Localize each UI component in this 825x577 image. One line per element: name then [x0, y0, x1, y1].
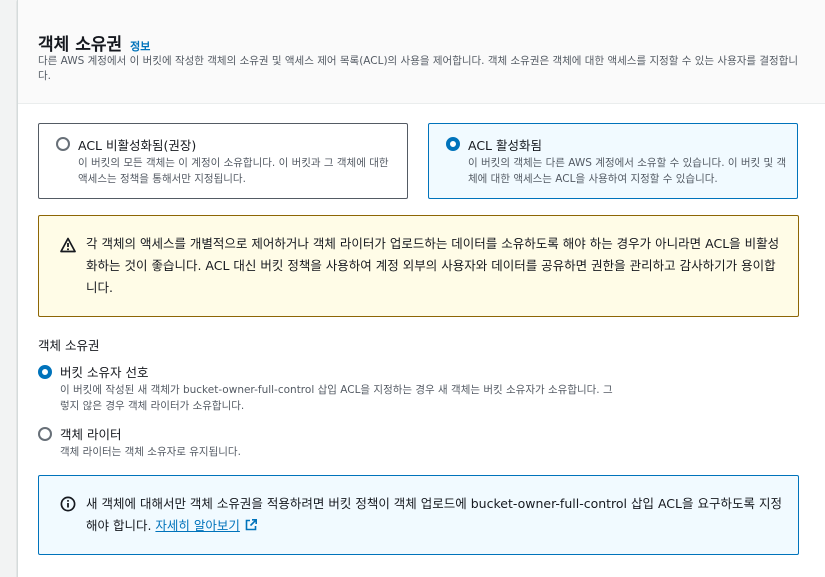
- info-alert: 새 객체에 대해서만 객체 소유권을 적용하려면 버킷 정책이 객체 업로드에 …: [38, 475, 799, 555]
- ownership-label: 객체 소유권: [38, 338, 100, 353]
- tile-description: 이 버킷의 모든 객체는 이 계정이 소유합니다. 이 버킷과 그 객체에 대한…: [78, 157, 389, 185]
- radio-acl-enabled[interactable]: [446, 137, 460, 151]
- tile-label: ACL 활성화됨: [468, 138, 542, 153]
- warning-icon: [60, 237, 76, 253]
- tile-acl-disabled[interactable]: ACL 비활성화됨(권장) 이 버킷의 모든 객체는 이 계정이 소유합니다. …: [38, 123, 408, 199]
- option-description: 이 버킷에 작성된 새 객체가 bucket-owner-full-contro…: [60, 384, 613, 412]
- panel-header: 객체 소유권 정보 다른 AWS 계정에서 이 버킷에 작성한 객체의 소유권 …: [18, 0, 825, 104]
- info-text: 새 객체에 대해서만 객체 소유권을 적용하려면 버킷 정책이 객체 업로드에 …: [86, 493, 786, 537]
- option-description: 객체 라이터는 객체 소유자로 유지됩니다.: [60, 446, 241, 458]
- tile-description: 이 버킷의 객체는 다른 AWS 계정에서 소유할 수 있습니다. 이 버킷 및…: [468, 157, 787, 185]
- panel-title: 객체 소유권: [38, 35, 123, 55]
- warning-alert: 각 객체의 액세스를 개별적으로 제어하거나 객체 라이터가 업로드하는 데이터…: [38, 215, 799, 317]
- radio-acl-disabled[interactable]: [56, 137, 70, 151]
- external-link-icon[interactable]: [244, 518, 258, 532]
- radio-bucket-owner-preferred[interactable]: [38, 365, 52, 379]
- radio-object-writer[interactable]: [38, 427, 52, 441]
- tile-acl-enabled[interactable]: ACL 활성화됨 이 버킷의 객체는 다른 AWS 계정에서 소유할 수 있습니…: [428, 123, 798, 199]
- info-icon: [60, 496, 76, 512]
- title-row: 객체 소유권 정보: [38, 30, 150, 55]
- info-link[interactable]: 정보: [130, 38, 150, 54]
- object-ownership-panel: 객체 소유권 정보 다른 AWS 계정에서 이 버킷에 작성한 객체의 소유권 …: [17, 0, 825, 577]
- option-label: 버킷 소유자 선호: [60, 365, 149, 380]
- learn-more-link[interactable]: 자세히 알아보기: [155, 518, 239, 533]
- warning-text: 각 객체의 액세스를 개별적으로 제어하거나 객체 라이터가 업로드하는 데이터…: [86, 236, 780, 295]
- tile-label: ACL 비활성화됨(권장): [78, 138, 197, 153]
- option-label: 객체 라이터: [60, 427, 122, 442]
- panel-description: 다른 AWS 계정에서 이 버킷에 작성한 객체의 소유권 및 액세스 제어 목…: [38, 55, 799, 82]
